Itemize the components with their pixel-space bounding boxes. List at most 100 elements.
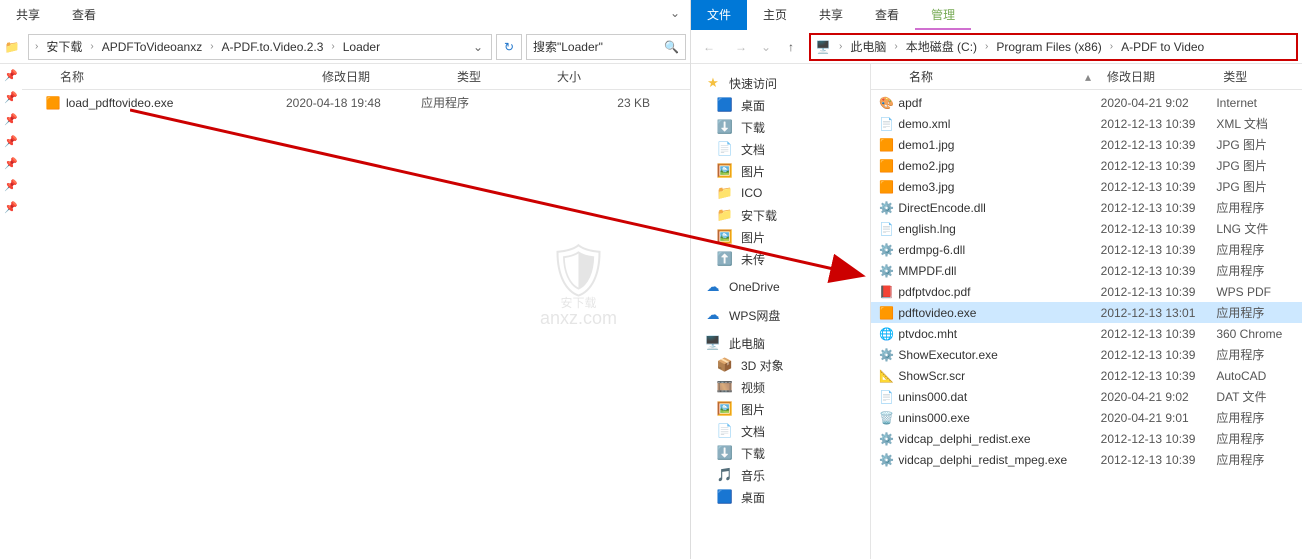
pin-icon[interactable]: 📌 xyxy=(0,152,22,174)
nav-label: 文档 xyxy=(741,423,765,440)
tab-home[interactable]: 主页 xyxy=(747,0,803,30)
table-row[interactable]: ⚙️erdmpg-6.dll2012-12-13 10:39应用程序 xyxy=(871,239,1302,260)
nav-item[interactable]: 📁安下载 xyxy=(691,204,870,226)
table-row[interactable]: 🟧demo3.jpg2012-12-13 10:39JPG 图片 xyxy=(871,176,1302,197)
table-row[interactable]: 🎨apdf2020-04-21 9:02Internet xyxy=(871,92,1302,113)
tab-share[interactable]: 共享 xyxy=(803,0,859,30)
tab-view[interactable]: 查看 xyxy=(56,0,112,30)
table-row[interactable]: 🟧demo2.jpg2012-12-13 10:39JPG 图片 xyxy=(871,155,1302,176)
file-icon: 🎨 xyxy=(879,95,894,111)
pin-icon[interactable]: 📌 xyxy=(0,174,22,196)
tab-manage[interactable]: 管理 xyxy=(915,0,971,30)
star-icon: ★ xyxy=(705,75,721,91)
nav-recent-icon[interactable]: ⌄ xyxy=(759,33,773,61)
explorer-window-left: 共享 查看 ⌄ 📁 › 安下载 › APDFToVideoanxz › A-PD… xyxy=(0,0,690,559)
nav-item[interactable]: 📄文档 xyxy=(691,420,870,442)
nav-wps[interactable]: ☁WPS网盘 xyxy=(691,304,870,326)
tab-share[interactable]: 共享 xyxy=(0,0,56,30)
file-date: 2012-12-13 10:39 xyxy=(1101,201,1217,215)
pin-icon[interactable]: 📌 xyxy=(0,108,22,130)
search-input[interactable]: 搜索"Loader" 🔍 xyxy=(526,34,686,60)
col-date[interactable]: 修改日期 xyxy=(314,68,449,85)
table-row[interactable]: ⚙️DirectEncode.dll2012-12-13 10:39应用程序 xyxy=(871,197,1302,218)
search-placeholder: 搜索"Loader" xyxy=(533,38,603,55)
nav-this-pc[interactable]: 🖥️此电脑 xyxy=(691,332,870,354)
table-row[interactable]: 🌐ptvdoc.mht2012-12-13 10:39360 Chrome xyxy=(871,323,1302,344)
col-type[interactable]: 类型 xyxy=(1215,68,1302,85)
breadcrumb-item[interactable]: 本地磁盘 (C:) xyxy=(902,36,981,57)
file-date: 2020-04-21 9:02 xyxy=(1101,390,1217,404)
breadcrumb-right[interactable]: 🖥️ › 此电脑 › 本地磁盘 (C:) › Program Files (x8… xyxy=(809,33,1298,61)
pin-icon[interactable]: 📌 xyxy=(0,64,22,86)
ribbon-collapse-icon[interactable]: ⌄ xyxy=(660,0,690,30)
down-icon: ⬇️ xyxy=(717,445,733,461)
nav-item[interactable]: 🎵音乐 xyxy=(691,464,870,486)
file-date: 2012-12-13 10:39 xyxy=(1101,243,1217,257)
nav-item[interactable]: 🎞️视频 xyxy=(691,376,870,398)
music-icon: 🎵 xyxy=(717,467,733,483)
chevron-right-icon: › xyxy=(892,41,899,52)
nav-item[interactable]: 📦3D 对象 xyxy=(691,354,870,376)
nav-item[interactable]: 🟦桌面 xyxy=(691,94,870,116)
table-row[interactable]: 🗑️unins000.exe2020-04-21 9:01应用程序 xyxy=(871,407,1302,428)
table-row[interactable]: 🟧load_pdftovideo.exe2020-04-18 19:48应用程序… xyxy=(22,92,690,113)
file-type: JPG 图片 xyxy=(1216,136,1302,153)
nav-forward-button[interactable]: → xyxy=(727,33,755,61)
breadcrumb-dropdown-icon[interactable]: ⌄ xyxy=(469,40,487,54)
file-type: 应用程序 xyxy=(1216,199,1302,216)
nav-item[interactable]: 📄文档 xyxy=(691,138,870,160)
pin-icon[interactable]: 📌 xyxy=(0,86,22,108)
refresh-button[interactable]: ↻ xyxy=(496,34,522,60)
tab-file[interactable]: 文件 xyxy=(691,0,747,30)
breadcrumb-item[interactable]: Program Files (x86) xyxy=(992,38,1105,56)
nav-item[interactable]: ⬇️下载 xyxy=(691,116,870,138)
file-date: 2012-12-13 10:39 xyxy=(1101,222,1217,236)
table-row[interactable]: ⚙️MMPDF.dll2012-12-13 10:39应用程序 xyxy=(871,260,1302,281)
table-row[interactable]: 📐ShowScr.scr2012-12-13 10:39AutoCAD xyxy=(871,365,1302,386)
pin-icon[interactable]: 📌 xyxy=(0,130,22,152)
nav-item[interactable]: 🖼️图片 xyxy=(691,226,870,248)
col-size[interactable]: 大小 xyxy=(549,68,690,85)
breadcrumb-item[interactable]: A-PDF to Video xyxy=(1117,38,1208,56)
col-name[interactable]: 名称 xyxy=(52,68,314,85)
file-type: 应用程序 xyxy=(1216,241,1302,258)
table-row[interactable]: 📕pdfptvdoc.pdf2012-12-13 10:39WPS PDF xyxy=(871,281,1302,302)
breadcrumb-item[interactable]: APDFToVideoanxz xyxy=(98,38,207,56)
nav-up-button[interactable]: ↑ xyxy=(777,33,805,61)
desk-icon: 🟦 xyxy=(717,489,733,505)
breadcrumb-item[interactable]: Loader xyxy=(339,38,384,56)
breadcrumb-item[interactable]: 安下载 xyxy=(42,36,86,57)
col-name[interactable]: 名称▴ xyxy=(901,68,1099,85)
nav-item[interactable]: 📁ICO xyxy=(691,182,870,204)
table-row[interactable]: 🟧pdftovideo.exe2012-12-13 13:01应用程序 xyxy=(871,302,1302,323)
pin-icon[interactable]: 📌 xyxy=(0,196,22,218)
tab-view[interactable]: 查看 xyxy=(859,0,915,30)
nav-item[interactable]: 🖼️图片 xyxy=(691,160,870,182)
nav-item[interactable]: ⬇️下载 xyxy=(691,442,870,464)
nav-item[interactable]: 🖼️图片 xyxy=(691,398,870,420)
nav-back-button[interactable]: ← xyxy=(695,33,723,61)
nav-onedrive[interactable]: ☁OneDrive xyxy=(691,276,870,298)
table-row[interactable]: 📄unins000.dat2020-04-21 9:02DAT 文件 xyxy=(871,386,1302,407)
chevron-right-icon: › xyxy=(983,41,990,52)
nav-quick-access[interactable]: ★快速访问 xyxy=(691,72,870,94)
breadcrumb-left[interactable]: › 安下载 › APDFToVideoanxz › A-PDF.to.Video… xyxy=(28,34,492,60)
file-type: 应用程序 xyxy=(1216,304,1302,321)
breadcrumb-item[interactable]: A-PDF.to.Video.2.3 xyxy=(218,38,328,56)
nav-item[interactable]: ⬆️未传 xyxy=(691,248,870,270)
file-name: MMPDF.dll xyxy=(898,264,1100,278)
file-icon: 🟧 xyxy=(879,137,894,153)
table-row[interactable]: 📄demo.xml2012-12-13 10:39XML 文档 xyxy=(871,113,1302,134)
table-row[interactable]: ⚙️vidcap_delphi_redist.exe2012-12-13 10:… xyxy=(871,428,1302,449)
breadcrumb-item[interactable]: 此电脑 xyxy=(846,36,890,57)
col-type[interactable]: 类型 xyxy=(449,68,549,85)
table-row[interactable]: ⚙️vidcap_delphi_redist_mpeg.exe2012-12-1… xyxy=(871,449,1302,470)
col-date[interactable]: 修改日期 xyxy=(1099,68,1215,85)
nav-label: 桌面 xyxy=(741,489,765,506)
table-row[interactable]: 📄english.lng2012-12-13 10:39LNG 文件 xyxy=(871,218,1302,239)
table-row[interactable]: 🟧demo1.jpg2012-12-13 10:39JPG 图片 xyxy=(871,134,1302,155)
table-row[interactable]: ⚙️ShowExecutor.exe2012-12-13 10:39应用程序 xyxy=(871,344,1302,365)
file-type: XML 文档 xyxy=(1216,115,1302,132)
file-date: 2020-04-21 9:01 xyxy=(1101,411,1217,425)
nav-item[interactable]: 🟦 桌面 xyxy=(691,486,870,508)
